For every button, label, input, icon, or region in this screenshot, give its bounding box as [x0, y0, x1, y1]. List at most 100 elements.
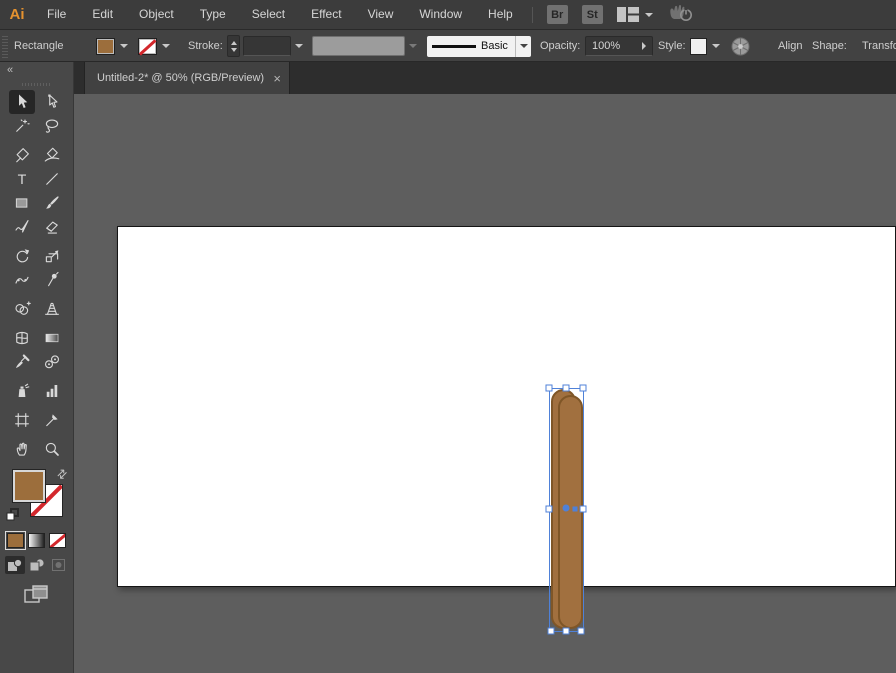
fill-swatch[interactable]	[12, 469, 46, 503]
width-tool[interactable]	[9, 268, 35, 292]
anchor-point[interactable]	[573, 507, 578, 512]
menu-items: FileEditObjectTypeSelectEffectViewWindow…	[34, 0, 526, 29]
arrange-documents-button[interactable]	[617, 7, 653, 22]
blend-tool[interactable]	[39, 350, 65, 374]
rotate-tool[interactable]	[9, 244, 35, 268]
selection-center-point[interactable]	[563, 505, 570, 512]
screen-mode-button[interactable]	[0, 584, 73, 605]
selection-handle[interactable]	[578, 628, 585, 635]
document-tab[interactable]: Untitled-2* @ 50% (RGB/Preview) ×	[84, 62, 290, 94]
tab-close-icon[interactable]: ×	[273, 72, 281, 85]
menu-item-view[interactable]: View	[355, 0, 407, 29]
rectangle-tool[interactable]	[9, 191, 35, 215]
stroke-weight-chevron-icon[interactable]	[295, 44, 303, 48]
fill-stroke-widget: ⇄	[4, 467, 70, 525]
draw-behind-button[interactable]	[27, 556, 47, 574]
style-swatch[interactable]	[690, 38, 707, 55]
pen-tool[interactable]	[9, 143, 35, 167]
panel-grip[interactable]	[2, 34, 8, 58]
menu-item-type[interactable]: Type	[187, 0, 239, 29]
column-graph-tool[interactable]	[39, 379, 65, 403]
canvas-area[interactable]	[74, 94, 896, 673]
brush-definition-field[interactable]: Basic	[427, 36, 515, 57]
stock-button[interactable]: St	[582, 5, 603, 24]
stroke-weight-stepper[interactable]	[227, 35, 240, 57]
opacity-arrow-icon[interactable]	[642, 42, 646, 50]
selection-handle[interactable]	[563, 385, 570, 392]
style-label[interactable]: Style:	[658, 40, 686, 52]
color-button[interactable]	[7, 533, 24, 548]
context-label: Rectangle	[14, 40, 64, 52]
app-logo: Ai	[0, 6, 34, 23]
opacity-label[interactable]: Opacity:	[540, 40, 580, 52]
menu-item-select[interactable]: Select	[239, 0, 298, 29]
mesh-tool[interactable]	[9, 326, 35, 350]
line-segment-tool[interactable]	[39, 167, 65, 191]
recolor-artwork-icon[interactable]	[731, 37, 750, 56]
opacity-value: 100%	[592, 40, 620, 52]
draw-inside-button	[49, 556, 69, 574]
menu-item-edit[interactable]: Edit	[79, 0, 126, 29]
menu-item-window[interactable]: Window	[406, 0, 475, 29]
type-tool[interactable]: T	[9, 167, 35, 191]
stroke-weight-field[interactable]	[243, 36, 291, 56]
default-fill-stroke-icon[interactable]	[6, 508, 19, 521]
shape-label[interactable]: Shape:	[812, 40, 847, 52]
arrange-documents-icon	[617, 7, 639, 22]
bridge-button[interactable]: Br	[547, 5, 568, 24]
gradient-button[interactable]	[28, 533, 45, 548]
panel-collapse-button[interactable]: «	[0, 62, 73, 78]
selection-handle[interactable]	[580, 506, 587, 513]
screen-mode-icon	[24, 584, 50, 605]
tool-panel-grip[interactable]	[22, 83, 52, 86]
style-chevron-icon[interactable]	[712, 44, 720, 48]
menu-item-help[interactable]: Help	[475, 0, 526, 29]
selection-handle[interactable]	[546, 506, 553, 513]
touch-workspace-icon[interactable]	[667, 2, 693, 27]
menu-item-effect[interactable]: Effect	[298, 0, 354, 29]
draw-normal-button[interactable]	[5, 556, 25, 574]
drawing-modes-row	[0, 556, 73, 574]
document-tab-title: Untitled-2* @ 50% (RGB/Preview)	[97, 72, 264, 84]
stroke-chevron-icon[interactable]	[162, 44, 170, 48]
selection-handle[interactable]	[580, 385, 587, 392]
none-button[interactable]	[49, 533, 66, 548]
symbol-sprayer-tool[interactable]	[9, 379, 35, 403]
transform-label[interactable]: Transform	[862, 40, 896, 52]
hand-tool[interactable]	[9, 437, 35, 461]
paintbrush-tool[interactable]	[39, 191, 65, 215]
puppet-warp-tool[interactable]	[39, 268, 65, 292]
swap-fill-stroke-icon[interactable]: ⇄	[54, 465, 71, 482]
slice-tool[interactable]	[39, 408, 65, 432]
fill-chevron-icon[interactable]	[120, 44, 128, 48]
fill-color-swatch[interactable]	[96, 38, 115, 55]
magic-wand-tool[interactable]	[9, 114, 35, 138]
scale-tool[interactable]	[39, 244, 65, 268]
selection-handle[interactable]	[546, 385, 553, 392]
eraser-tool[interactable]	[39, 215, 65, 239]
lasso-tool[interactable]	[39, 114, 65, 138]
opacity-field[interactable]: 100%	[585, 36, 653, 56]
zoom-tool[interactable]	[39, 437, 65, 461]
stroke-label[interactable]: Stroke:	[188, 40, 223, 52]
illustrator-window: Ai FileEditObjectTypeSelectEffectViewWin…	[0, 0, 896, 673]
align-label[interactable]: Align	[778, 40, 802, 52]
direct-selection-tool[interactable]	[39, 90, 65, 114]
artboard-tool[interactable]	[9, 408, 35, 432]
curvature-tool[interactable]	[39, 143, 65, 167]
selection-handle[interactable]	[563, 628, 570, 635]
selection-tool[interactable]	[9, 90, 35, 114]
perspective-grid-tool[interactable]	[39, 297, 65, 321]
menu-item-file[interactable]: File	[34, 0, 79, 29]
shape-builder-tool[interactable]	[9, 297, 35, 321]
eyedropper-tool[interactable]	[9, 350, 35, 374]
chevron-down-icon	[645, 13, 653, 17]
gradient-tool[interactable]	[39, 326, 65, 350]
shaper-tool[interactable]	[9, 215, 35, 239]
selection-handle[interactable]	[548, 628, 555, 635]
artboard	[117, 226, 896, 587]
tool-panel: « T ⇄	[0, 62, 74, 673]
brush-chevron-icon[interactable]	[515, 36, 531, 57]
menu-item-object[interactable]: Object	[126, 0, 187, 29]
stroke-color-swatch[interactable]	[138, 38, 157, 55]
